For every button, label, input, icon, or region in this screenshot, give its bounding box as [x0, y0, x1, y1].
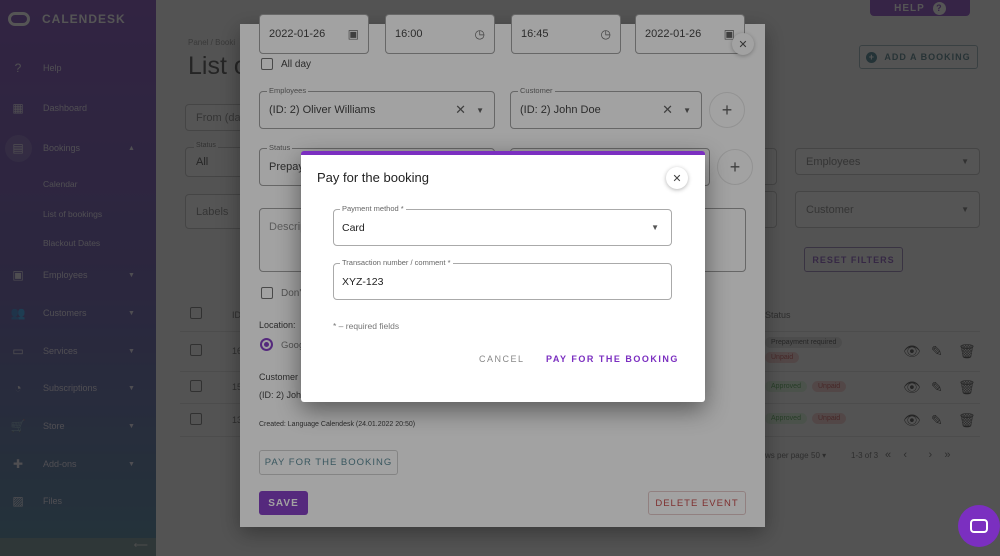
dialog-title: Pay for the booking: [317, 170, 430, 185]
confirm-pay-button[interactable]: PAY FOR THE BOOKING: [546, 354, 679, 364]
close-dialog-button[interactable]: ✕: [666, 167, 688, 189]
transaction-number-input[interactable]: Transaction number / comment * XYZ-123: [333, 258, 672, 300]
payment-method-select[interactable]: Payment method * Card ▼: [333, 204, 672, 246]
chat-bubble-icon: [970, 519, 988, 533]
required-fields-note: * – required fields: [333, 321, 400, 331]
dropdown-arrow-icon: ▼: [651, 223, 659, 232]
cancel-button[interactable]: CANCEL: [479, 354, 525, 364]
pay-dialog: Pay for the booking ✕ Payment method * Ca…: [301, 151, 705, 402]
chat-widget-button[interactable]: [958, 505, 1000, 547]
close-icon: ✕: [672, 172, 682, 185]
